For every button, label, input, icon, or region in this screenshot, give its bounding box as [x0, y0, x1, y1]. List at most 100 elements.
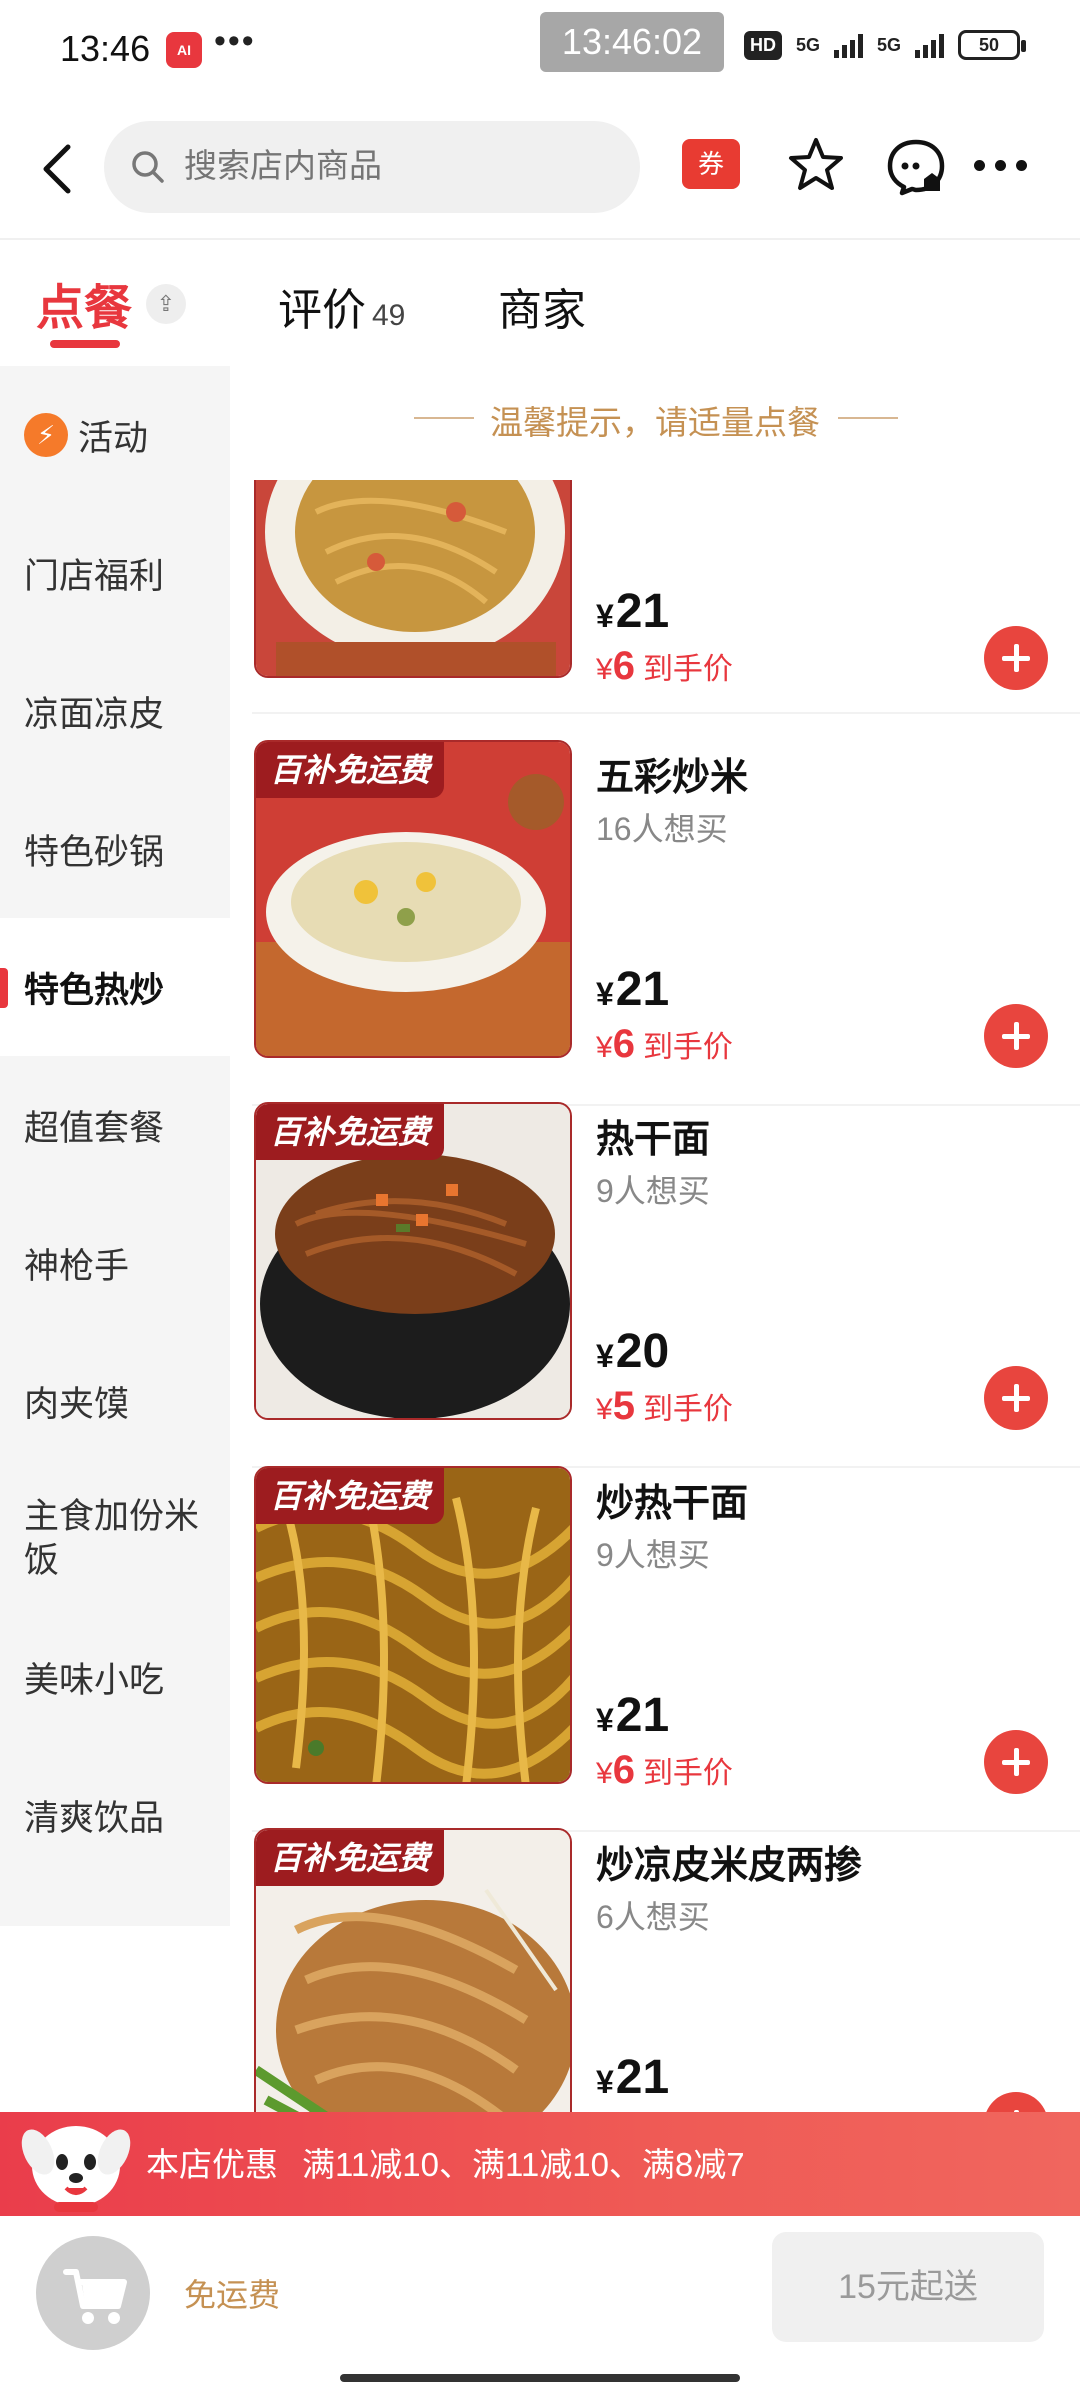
- battery-icon: 50: [958, 30, 1026, 60]
- sidebar-item-label: 凉面凉皮: [24, 694, 165, 734]
- chat-icon: [887, 139, 945, 196]
- search-bar[interactable]: [104, 121, 640, 213]
- minimum-order-button[interactable]: 15元起送: [772, 2232, 1044, 2342]
- product-card[interactable]: ¥21 ¥6 到手价: [252, 480, 1080, 690]
- status-time: 13:46: [60, 28, 151, 69]
- wish-count: 6人想买: [596, 1899, 710, 1935]
- signal-icon: [833, 32, 863, 58]
- product-card[interactable]: 百补免运费 五彩炒米 16人想买 ¥21 ¥6 到手价: [252, 740, 1080, 1106]
- active-category-indicator: [0, 968, 8, 1008]
- product-price: ¥21: [596, 962, 669, 1017]
- product-image: [254, 480, 572, 678]
- app-notification-icon: AI: [166, 32, 202, 68]
- add-to-cart-button[interactable]: [984, 1366, 1048, 1430]
- add-to-cart-button[interactable]: [984, 1730, 1048, 1794]
- dot-icon: [973, 159, 985, 171]
- sidebar-item-cold-noodles[interactable]: 凉面凉皮: [0, 642, 230, 780]
- signal-icon: [915, 32, 944, 58]
- subsidy-badge: 百补免运费: [256, 1830, 445, 1886]
- coupon-button[interactable]: 券: [682, 139, 740, 189]
- final-price: ¥6 到手价: [596, 644, 733, 689]
- currency-symbol: ¥: [596, 1702, 614, 1738]
- product-card[interactable]: 百补免运费 热干面 9人想买 ¥20 ¥5 到手价: [252, 1102, 1080, 1468]
- product-image: 百补免运费: [254, 1466, 572, 1784]
- sidebar-item-label: 门店福利: [24, 556, 165, 596]
- add-to-cart-button[interactable]: [984, 2092, 1048, 2112]
- back-button[interactable]: [38, 141, 78, 197]
- currency-symbol: ¥: [596, 1338, 614, 1374]
- tip-line-right: [838, 417, 898, 419]
- sidebar-item-claypot[interactable]: 特色砂锅: [0, 780, 230, 918]
- home-indicator[interactable]: [340, 2374, 740, 2382]
- sidebar-item-extra-rice[interactable]: 主食加份米饭: [0, 1470, 230, 1608]
- final-price: ¥6 到手价: [596, 1022, 733, 1067]
- currency-symbol: ¥: [596, 598, 614, 634]
- favorite-button[interactable]: [786, 135, 846, 195]
- back-arrow-icon: [43, 144, 71, 194]
- tab-merchant[interactable]: 商家: [498, 274, 586, 338]
- add-to-cart-button[interactable]: [984, 626, 1048, 690]
- wish-count: 16人想买: [596, 811, 728, 847]
- store-header: 券: [0, 105, 1080, 225]
- store-tabs: 点餐 ⇪ 评价 49 商家: [0, 240, 1080, 366]
- mascot-dog-icon: [21, 2126, 131, 2212]
- sidebar-item-stir-fry[interactable]: 特色热炒: [0, 918, 230, 1056]
- final-price-value: 6: [612, 644, 635, 688]
- sidebar-item-label: 清爽饮品: [24, 1798, 165, 1838]
- sidebar-item-sharpshooter[interactable]: 神枪手: [0, 1194, 230, 1332]
- sidebar-item-snacks[interactable]: 美味小吃: [0, 1608, 230, 1746]
- tab-reviews[interactable]: 评价 49: [278, 274, 405, 338]
- cart-button[interactable]: [36, 2236, 150, 2350]
- product-price: ¥21: [596, 2050, 669, 2105]
- customer-service-button[interactable]: [884, 135, 948, 199]
- final-currency: ¥: [596, 1393, 613, 1426]
- free-shipping-label: 免运费: [184, 2277, 281, 2313]
- sidebar-item-label: 特色砂锅: [24, 832, 165, 872]
- star-icon: [789, 138, 843, 190]
- wish-count: 9人想买: [596, 1173, 710, 1209]
- product-price: ¥20: [596, 1324, 669, 1379]
- ordering-tip: 温馨提示，请适量点餐: [490, 404, 820, 441]
- price-value: 21: [615, 963, 670, 1016]
- final-price-value: 6: [612, 1748, 635, 1792]
- dot-icon: [1015, 159, 1027, 171]
- subsidy-badge: 百补免运费: [256, 1104, 445, 1160]
- flash-icon: ⚡: [24, 413, 68, 457]
- product-name: 炒凉皮米皮两掺: [596, 1845, 863, 1887]
- sidebar-item-activity[interactable]: ⚡ 活动: [0, 366, 230, 504]
- product-card[interactable]: 百补免运费 炒凉皮米皮两掺 6人想买 ¥21: [252, 1828, 1080, 2112]
- add-to-cart-button[interactable]: [984, 1004, 1048, 1068]
- sidebar-item-drinks[interactable]: 清爽饮品: [0, 1746, 230, 1884]
- final-price-note: 到手价: [642, 653, 733, 686]
- promo-label: 本店优惠: [146, 2146, 278, 2183]
- sidebar-item-label: 主食加份米饭: [24, 1497, 200, 1580]
- final-currency: ¥: [596, 1757, 613, 1790]
- price-value: 21: [615, 2051, 670, 2104]
- price-value: 21: [615, 1689, 670, 1742]
- sidebar-item-value-combo[interactable]: 超值套餐: [0, 1056, 230, 1194]
- hd-voice-icon: HD: [743, 30, 782, 60]
- sidebar-item-label: 特色热炒: [24, 970, 165, 1010]
- promo-details: 满11减10、满11减10、满8减7: [302, 2146, 745, 2183]
- final-currency: ¥: [596, 1031, 613, 1064]
- sidebar-item-roujiamo[interactable]: 肉夹馍: [0, 1332, 230, 1470]
- final-price-note: 到手价: [642, 1757, 733, 1790]
- collapse-icon[interactable]: ⇪: [146, 284, 186, 324]
- network-type-2: 5G: [876, 34, 901, 55]
- final-price: ¥6 到手价: [596, 1748, 733, 1793]
- currency-symbol: ¥: [596, 2064, 614, 2100]
- search-icon: [132, 151, 164, 183]
- dot-icon: [994, 159, 1006, 171]
- search-input[interactable]: [184, 147, 604, 185]
- tab-reviews-label: 评价: [278, 286, 366, 335]
- subsidy-badge: 百补免运费: [256, 742, 445, 798]
- sidebar-empty-space: [0, 1926, 230, 2126]
- fried-noodles-image: [256, 480, 570, 676]
- product-image: 百补免运费: [254, 1828, 572, 2112]
- more-options-button[interactable]: [970, 155, 1030, 175]
- sidebar-item-label: 美味小吃: [24, 1660, 165, 1700]
- tab-order[interactable]: 点餐: [36, 268, 132, 338]
- sidebar-item-store-perks[interactable]: 门店福利: [0, 504, 230, 642]
- product-card[interactable]: 百补免运费 炒热干面 9人想买 ¥21 ¥6 到手价: [252, 1466, 1080, 1832]
- final-price-value: 6: [612, 1022, 635, 1066]
